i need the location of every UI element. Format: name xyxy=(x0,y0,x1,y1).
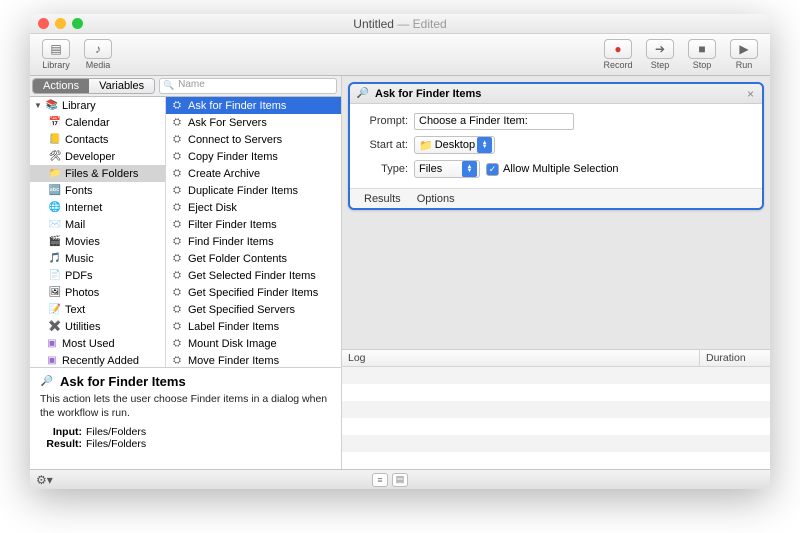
duration-column-header[interactable]: Duration xyxy=(700,350,770,366)
window-title: Untitled — Edited xyxy=(30,17,770,31)
smart-folder-item[interactable]: ▣Most Used xyxy=(30,335,165,352)
action-item[interactable]: ⛭Get Selected Finder Items xyxy=(166,267,341,284)
action-item[interactable]: ⛭Create Archive xyxy=(166,165,341,182)
stop-button[interactable]: ■Stop xyxy=(682,39,722,70)
start-at-select[interactable]: 📁 Desktop ▲▼ xyxy=(414,136,495,154)
start-at-label: Start at: xyxy=(360,139,408,151)
smart-folder-item[interactable]: ▣Recently Added xyxy=(30,352,165,367)
tab-actions[interactable]: Actions xyxy=(33,79,89,93)
category-item[interactable]: 🎵Music xyxy=(30,250,165,267)
action-item[interactable]: ⛭Get Folder Contents xyxy=(166,250,341,267)
category-item[interactable]: 🎬Movies xyxy=(30,233,165,250)
finder-icon: 🔎 xyxy=(40,375,54,389)
log-column-header[interactable]: Log xyxy=(342,350,700,366)
library-tabs: Actions Variables xyxy=(32,78,155,94)
view-flow-button[interactable]: ≡ xyxy=(372,473,388,487)
log-pane: Log Duration xyxy=(342,349,770,469)
category-item[interactable]: 📒Contacts xyxy=(30,131,165,148)
automator-window: Untitled — Edited ▤Library♪Media ●Record… xyxy=(30,14,770,489)
card-title: Ask for Finder Items xyxy=(375,88,740,100)
category-item[interactable]: 🌐Internet xyxy=(30,199,165,216)
action-item[interactable]: ⛭Ask for Finder Items xyxy=(166,97,341,114)
action-item[interactable]: ⛭Move Finder Items xyxy=(166,352,341,367)
prompt-input[interactable] xyxy=(414,113,574,130)
media-button[interactable]: ♪Media xyxy=(78,39,118,70)
search-input[interactable]: Name xyxy=(159,78,337,94)
action-list[interactable]: ⛭Ask for Finder Items⛭Ask For Servers⛭Co… xyxy=(166,97,341,367)
action-item[interactable]: ⛭Get Specified Servers xyxy=(166,301,341,318)
workflow-canvas[interactable]: 🔎 Ask for Finder Items × Prompt: Start a… xyxy=(342,76,770,349)
action-item[interactable]: ⛭Connect to Servers xyxy=(166,131,341,148)
action-item[interactable]: ⛭Mount Disk Image xyxy=(166,335,341,352)
status-bar: ⚙︎▾ ≡ ▤ xyxy=(30,469,770,489)
finder-icon: 🔎 xyxy=(356,87,370,101)
library-button[interactable]: ▤Library xyxy=(36,39,76,70)
category-item[interactable]: ✉️Mail xyxy=(30,216,165,233)
category-item[interactable]: ✖️Utilities xyxy=(30,318,165,335)
category-item[interactable]: 🔤Fonts xyxy=(30,182,165,199)
library-root[interactable]: ▼📚Library xyxy=(30,97,165,114)
gear-icon[interactable]: ⚙︎▾ xyxy=(36,473,53,487)
action-info: 🔎Ask for Finder Items This action lets t… xyxy=(30,367,341,469)
action-item[interactable]: ⛭Label Finder Items xyxy=(166,318,341,335)
chevron-updown-icon: ▲▼ xyxy=(477,137,492,153)
type-label: Type: xyxy=(360,163,408,175)
action-item[interactable]: ⛭Get Specified Finder Items xyxy=(166,284,341,301)
toolbar: ▤Library♪Media ●Record➔Step■Stop▶Run xyxy=(30,34,770,76)
card-tab-options[interactable]: Options xyxy=(417,193,455,205)
folder-icon: 📁 xyxy=(419,139,433,152)
action-item[interactable]: ⛭Eject Disk xyxy=(166,199,341,216)
action-item[interactable]: ⛭Copy Finder Items xyxy=(166,148,341,165)
view-log-button[interactable]: ▤ xyxy=(392,473,408,487)
action-item[interactable]: ⛭Find Finder Items xyxy=(166,233,341,250)
chevron-updown-icon: ▲▼ xyxy=(462,161,477,177)
type-select[interactable]: Files ▲▼ xyxy=(414,160,480,178)
category-item[interactable]: 📅Calendar xyxy=(30,114,165,131)
close-icon[interactable]: × xyxy=(745,87,756,101)
category-item[interactable]: 🛠Developer xyxy=(30,148,165,165)
action-item[interactable]: ⛭Duplicate Finder Items xyxy=(166,182,341,199)
allow-multiple-checkbox[interactable]: ✓ Allow Multiple Selection xyxy=(486,163,619,176)
category-item[interactable]: 📝Text xyxy=(30,301,165,318)
run-button[interactable]: ▶Run xyxy=(724,39,764,70)
workflow-action-card[interactable]: 🔎 Ask for Finder Items × Prompt: Start a… xyxy=(348,82,764,210)
workflow-pane: 🔎 Ask for Finder Items × Prompt: Start a… xyxy=(342,76,770,469)
record-button[interactable]: ●Record xyxy=(598,39,638,70)
tab-variables[interactable]: Variables xyxy=(89,79,154,93)
category-item[interactable]: 🖼Photos xyxy=(30,284,165,301)
category-item[interactable]: 📁Files & Folders xyxy=(30,165,165,182)
card-tab-results[interactable]: Results xyxy=(364,193,401,205)
step-button[interactable]: ➔Step xyxy=(640,39,680,70)
category-list[interactable]: ▼📚Library📅Calendar📒Contacts🛠Developer📁Fi… xyxy=(30,97,166,367)
category-item[interactable]: 📄PDFs xyxy=(30,267,165,284)
library-pane: Actions Variables Name ▼📚Library📅Calenda… xyxy=(30,76,342,469)
prompt-label: Prompt: xyxy=(360,115,408,127)
action-item[interactable]: ⛭Filter Finder Items xyxy=(166,216,341,233)
action-item[interactable]: ⛭Ask For Servers xyxy=(166,114,341,131)
titlebar: Untitled — Edited xyxy=(30,14,770,34)
